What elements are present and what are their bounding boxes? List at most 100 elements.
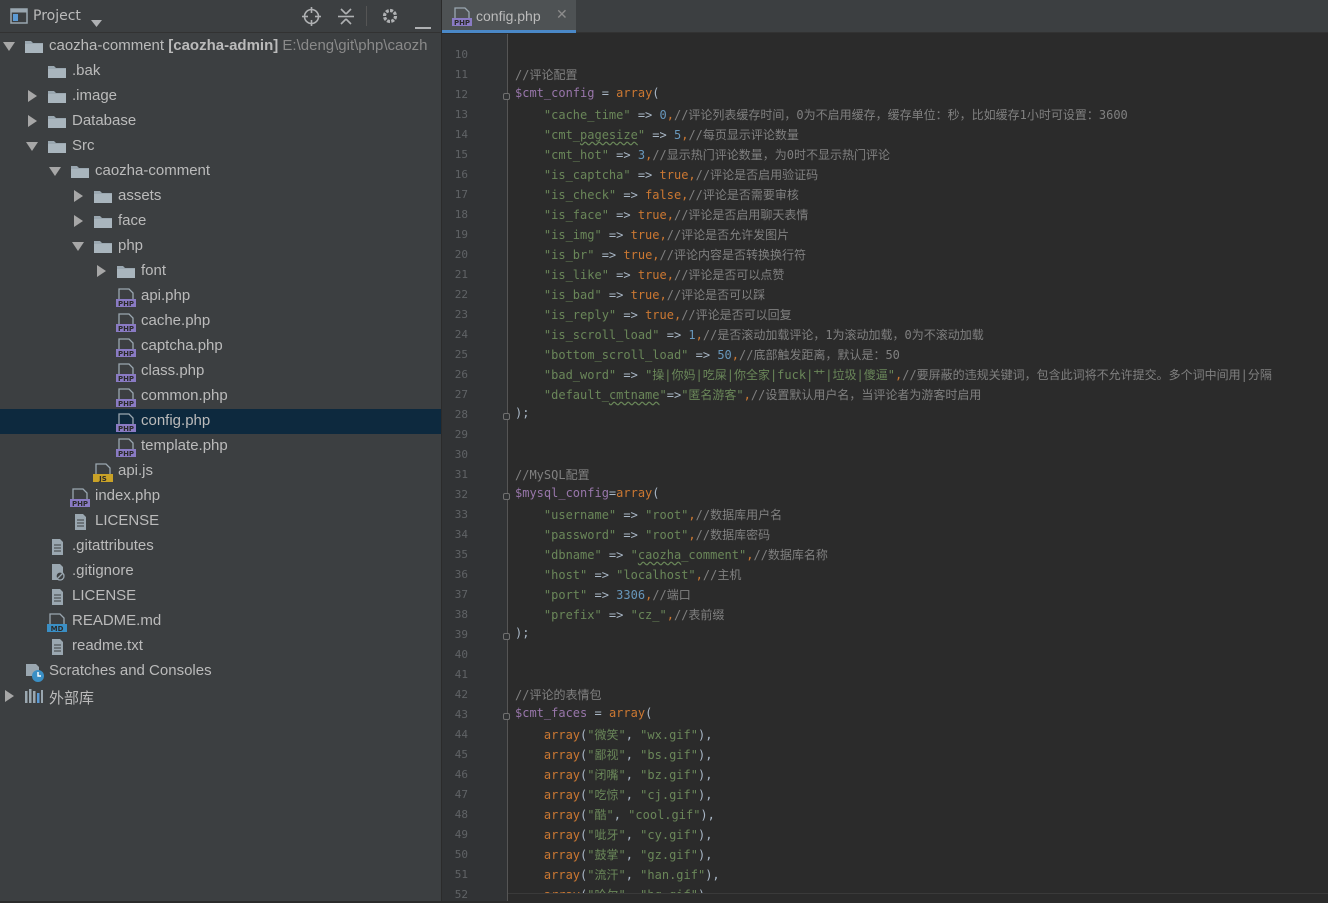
tree-item[interactable]: caozha-comment: [0, 159, 441, 184]
tree-item[interactable]: .gitignore: [0, 559, 441, 584]
collapse-all-icon[interactable]: [337, 7, 355, 30]
tree-item[interactable]: MD README.md: [0, 609, 441, 634]
tree-item[interactable]: PHP config.php: [0, 409, 441, 434]
line-number: 23: [454, 308, 468, 321]
code-line: "bad_word" => "操|你妈|吃屎|你全家|fuck|艹|垃圾|傻逼"…: [515, 366, 1272, 383]
php-badge-text: PHP: [118, 300, 134, 308]
code-token: ,: [625, 848, 641, 862]
tree-item-label: readme.txt: [72, 637, 143, 654]
chevron-down-icon[interactable]: [3, 42, 15, 51]
hide-icon[interactable]: [415, 15, 431, 34]
line-number: 19: [454, 228, 468, 241]
tree-item[interactable]: font: [0, 259, 441, 284]
code-line: "is_br" => true,//评论内容是否转换换行符: [515, 246, 806, 263]
fold-marker-icon[interactable]: [503, 93, 510, 100]
tree-item[interactable]: .gitattributes: [0, 534, 441, 559]
line-number: 51: [454, 868, 468, 881]
tree-item[interactable]: PHP class.php: [0, 359, 441, 384]
locate-icon[interactable]: [302, 7, 321, 30]
code-token: ,: [625, 828, 641, 842]
tree-item[interactable]: readme.txt: [0, 634, 441, 659]
fold-marker-icon[interactable]: [503, 713, 510, 720]
tree-item[interactable]: PHP template.php: [0, 434, 441, 459]
tree-item-label: captcha.php: [141, 337, 223, 354]
md-badge-text: MD: [51, 625, 64, 633]
project-view-icon[interactable]: [10, 8, 28, 28]
code-token: );: [515, 626, 530, 640]
code-token: ),: [705, 868, 720, 882]
php-badge-text: PHP: [118, 425, 134, 433]
tree-item[interactable]: face: [0, 209, 441, 234]
tree-item[interactable]: PHP api.php: [0, 284, 441, 309]
tree-item[interactable]: .image: [0, 84, 441, 109]
tree-item[interactable]: Src: [0, 134, 441, 159]
project-panel-title[interactable]: Project: [33, 8, 81, 24]
fold-marker-icon[interactable]: [503, 633, 510, 640]
code-token: //主机: [702, 568, 742, 582]
code-line: );: [515, 626, 529, 640]
tree-item[interactable]: PHP common.php: [0, 384, 441, 409]
code-token: $mysql_config: [515, 486, 609, 500]
tree-item-label: Database: [72, 112, 136, 129]
tab-config-php[interactable]: PHP config.php ✕: [442, 0, 576, 33]
code-token: true,: [637, 208, 674, 222]
tree-item[interactable]: LICENSE: [0, 584, 441, 609]
chevron-down-icon[interactable]: [72, 242, 84, 251]
code-token: "is_bad": [543, 288, 602, 302]
code-line: "is_check" => false,//评论是否需要审核: [515, 186, 799, 203]
code-token: "流汗": [587, 868, 626, 882]
code-token: //评论列表缓存时间，0为不启用缓存，缓存单位：秒，比如缓存1小时可设置：360…: [673, 108, 1128, 122]
chevron-right-icon[interactable]: [5, 690, 14, 702]
tree-item-name: caozha-comment: [95, 162, 211, 179]
chevron-right-icon[interactable]: [28, 115, 37, 127]
tree-item[interactable]: Scratches and Consoles: [0, 659, 441, 684]
tree-item[interactable]: PHP cache.php: [0, 309, 441, 334]
code-token: //评论配置: [515, 68, 578, 82]
tree-item[interactable]: PHP captcha.php: [0, 334, 441, 359]
chevron-down-icon[interactable]: [26, 142, 38, 151]
tree-item[interactable]: Database: [0, 109, 441, 134]
tree-item[interactable]: .bak: [0, 59, 441, 84]
code-token: "cmt_hot": [543, 148, 609, 162]
line-number: 50: [454, 848, 468, 861]
tree-item-label: .gitattributes: [72, 537, 154, 554]
fold-marker-icon[interactable]: [503, 493, 510, 500]
toolbar-divider: [366, 6, 367, 26]
chevron-down-icon[interactable]: [49, 167, 61, 176]
code-token: ,: [625, 748, 641, 762]
code-line: "dbname" => "caozha_comment",//数据库名称: [515, 546, 828, 563]
chevron-right-icon[interactable]: [97, 265, 106, 277]
tree-item-name: assets: [118, 187, 162, 204]
chevron-down-icon[interactable]: [91, 12, 102, 31]
tree-item[interactable]: php: [0, 234, 441, 259]
tree-item[interactable]: caozha-comment [caozha-admin] E:\deng\gi…: [0, 34, 441, 59]
tree-item[interactable]: JS api.js: [0, 459, 441, 484]
code-token: //评论是否需要审核: [688, 188, 799, 202]
code-line: "host" => "localhost",//主机: [515, 566, 741, 583]
tree-item-label: .gitignore: [72, 562, 134, 579]
code-token: "bz.gif": [640, 768, 698, 782]
code-token: =>: [666, 388, 682, 402]
fold-marker-icon[interactable]: [503, 413, 510, 420]
gear-icon[interactable]: [381, 7, 399, 29]
code-token: =>: [616, 528, 646, 542]
tree-item-label: index.php: [95, 487, 160, 504]
code-line: "prefix" => "cz_",//表前缀: [515, 606, 725, 623]
tab-close-icon[interactable]: ✕: [556, 7, 568, 23]
php-file-icon: PHP: [452, 7, 474, 31]
chevron-right-icon[interactable]: [74, 215, 83, 227]
chevron-right-icon[interactable]: [74, 190, 83, 202]
tree-item[interactable]: assets: [0, 184, 441, 209]
code-token: array: [543, 868, 581, 882]
tree-item[interactable]: LICENSE: [0, 509, 441, 534]
tree-item[interactable]: PHP index.php: [0, 484, 441, 509]
tree-item[interactable]: 外部库: [0, 684, 441, 709]
chevron-right-icon[interactable]: [28, 90, 37, 102]
folder-icon: [24, 38, 44, 58]
